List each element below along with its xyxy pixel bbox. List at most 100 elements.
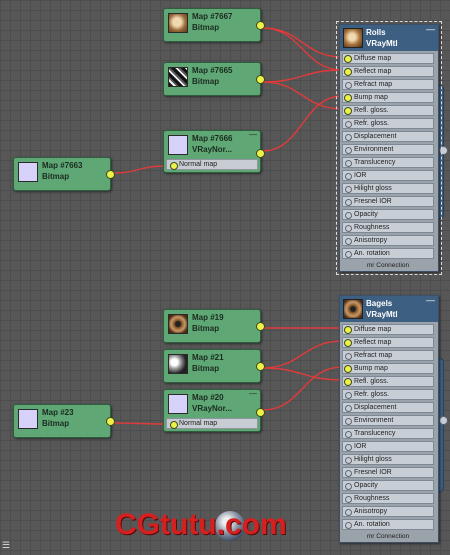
normal-map-slot[interactable]: Normal map — [166, 159, 258, 170]
output-socket[interactable] — [256, 21, 265, 30]
output-socket[interactable] — [256, 408, 265, 417]
input-socket[interactable] — [170, 162, 178, 170]
input-socket[interactable] — [344, 107, 352, 115]
input-socket[interactable] — [345, 173, 352, 180]
material-slot[interactable]: Anisotropy — [342, 235, 434, 246]
wire[interactable] — [111, 165, 167, 174]
input-socket[interactable] — [345, 418, 352, 425]
material-slot[interactable]: Refract map — [342, 79, 434, 90]
wire[interactable] — [111, 422, 167, 425]
input-socket[interactable] — [345, 405, 352, 412]
input-socket[interactable] — [345, 251, 352, 258]
material-slot[interactable]: Displacement — [342, 402, 434, 413]
input-socket[interactable] — [345, 147, 352, 154]
material-slot[interactable]: Opacity — [342, 209, 434, 220]
material-slot[interactable]: Reflect map — [342, 337, 434, 348]
material-slot[interactable]: Hilight gloss — [342, 454, 434, 465]
input-socket[interactable] — [344, 55, 352, 63]
material-header[interactable]: Rolls VRayMtl — — [340, 24, 438, 51]
input-socket[interactable] — [345, 509, 352, 516]
input-socket[interactable] — [345, 134, 352, 141]
map-node-19[interactable]: Map #19 Bitmap — [163, 309, 265, 343]
output-socket[interactable] — [256, 149, 265, 158]
minimize-icon[interactable]: — — [426, 295, 435, 305]
input-socket[interactable] — [345, 392, 352, 399]
material-slot[interactable]: Environment — [342, 144, 434, 155]
input-socket[interactable] — [345, 121, 352, 128]
material-slot[interactable]: Environment — [342, 415, 434, 426]
input-socket[interactable] — [345, 496, 352, 503]
map-node-7665[interactable]: Map #7665 Bitmap — [163, 62, 265, 96]
input-socket[interactable] — [345, 457, 352, 464]
map-node-20[interactable]: Map #20 VRayNor... — Normal map — [163, 389, 265, 432]
minimize-icon[interactable]: — — [249, 131, 257, 139]
output-socket[interactable] — [106, 170, 115, 179]
map-node-7666[interactable]: Map #7666 VRayNor... — Normal map — [163, 130, 265, 173]
material-slot[interactable]: An. rotation — [342, 248, 434, 259]
wire[interactable] — [261, 340, 344, 369]
material-header[interactable]: Bagels VRayMtl — — [340, 295, 438, 322]
material-slot[interactable]: Refract map — [342, 350, 434, 361]
input-socket[interactable] — [344, 68, 352, 76]
input-socket[interactable] — [345, 431, 352, 438]
input-socket[interactable] — [345, 238, 352, 245]
mr-connection-footer[interactable]: mr Connection — [342, 533, 434, 541]
material-slot[interactable]: Refl. gloss. — [342, 105, 434, 116]
wire[interactable] — [261, 95, 344, 152]
material-slot[interactable]: Bump map — [342, 363, 434, 374]
material-slot[interactable]: Refl. gloss. — [342, 376, 434, 387]
material-slot[interactable]: Diffuse map — [342, 324, 434, 335]
input-socket[interactable] — [344, 326, 352, 334]
output-socket[interactable] — [256, 322, 265, 331]
input-socket[interactable] — [345, 225, 352, 232]
material-slot[interactable]: Displacement — [342, 131, 434, 142]
input-socket[interactable] — [344, 378, 352, 386]
wire[interactable] — [261, 27, 344, 71]
material-slot[interactable]: Fresnel IOR — [342, 196, 434, 207]
material-slot[interactable]: Fresnel IOR — [342, 467, 434, 478]
mr-connection-footer[interactable]: mr Connection — [342, 262, 434, 270]
input-socket[interactable] — [345, 186, 352, 193]
map-node-7663[interactable]: Map #7663 Bitmap — [13, 157, 115, 191]
input-socket[interactable] — [345, 160, 352, 167]
output-socket[interactable] — [106, 417, 115, 426]
input-socket[interactable] — [344, 339, 352, 347]
material-slot[interactable]: Opacity — [342, 480, 434, 491]
input-socket[interactable] — [345, 522, 352, 529]
material-slot[interactable]: An. rotation — [342, 519, 434, 530]
input-socket[interactable] — [345, 212, 352, 219]
material-slot[interactable]: Refr. gloss. — [342, 389, 434, 400]
output-socket[interactable] — [439, 146, 448, 155]
input-socket[interactable] — [170, 421, 178, 429]
wire[interactable] — [261, 27, 344, 58]
material-slot[interactable]: Roughness — [342, 493, 434, 504]
map-node-21[interactable]: Map #21 Bitmap — [163, 349, 265, 383]
minimize-icon[interactable]: — — [426, 24, 435, 34]
wire[interactable] — [261, 69, 344, 83]
output-socket[interactable] — [439, 416, 448, 425]
material-slot[interactable]: Translucency — [342, 428, 434, 439]
material-slot[interactable]: Bump map — [342, 92, 434, 103]
material-slot[interactable]: IOR — [342, 441, 434, 452]
input-socket[interactable] — [345, 82, 352, 89]
material-slot[interactable]: Hilight gloss — [342, 183, 434, 194]
output-socket[interactable] — [256, 75, 265, 84]
material-slot[interactable]: Diffuse map — [342, 53, 434, 64]
material-slot[interactable]: Roughness — [342, 222, 434, 233]
wire[interactable] — [261, 81, 344, 110]
input-socket[interactable] — [345, 444, 352, 451]
wire[interactable] — [261, 367, 344, 381]
input-socket[interactable] — [344, 94, 352, 102]
map-node-23[interactable]: Map #23 Bitmap — [13, 404, 115, 438]
material-slot[interactable]: IOR — [342, 170, 434, 181]
input-socket[interactable] — [345, 470, 352, 477]
input-socket[interactable] — [344, 365, 352, 373]
normal-map-slot[interactable]: Normal map — [166, 418, 258, 429]
material-slot[interactable]: Translucency — [342, 157, 434, 168]
material-node-bagels[interactable]: Bagels VRayMtl — Diffuse map Reflect map Re… — [339, 295, 439, 543]
output-socket[interactable] — [256, 362, 265, 371]
material-slot[interactable]: Anisotropy — [342, 506, 434, 517]
input-socket[interactable] — [345, 353, 352, 360]
input-socket[interactable] — [345, 483, 352, 490]
input-socket[interactable] — [345, 199, 352, 206]
